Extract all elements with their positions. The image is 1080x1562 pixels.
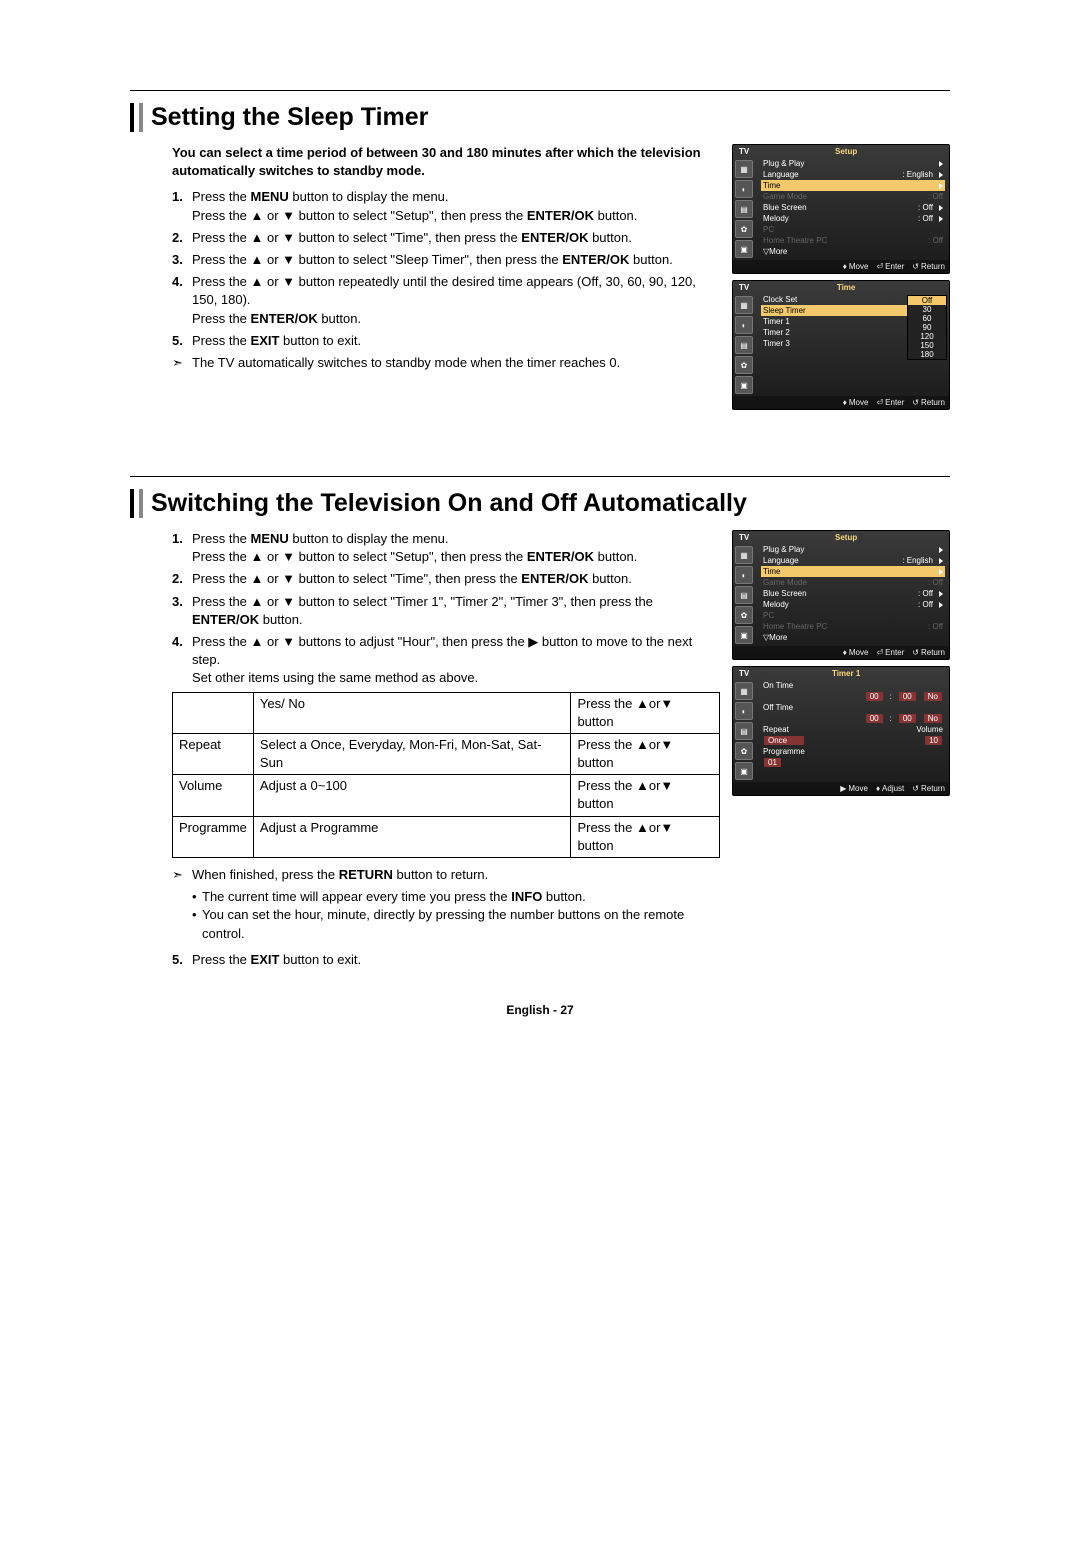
heading-auto-onoff: Switching the Television On and Off Auto… bbox=[130, 489, 950, 518]
picture-icon: ▦ bbox=[735, 160, 753, 178]
config-table: Yes/ NoPress the ▲or▼ button RepeatSelec… bbox=[172, 692, 720, 859]
channel-icon: ▤ bbox=[735, 200, 753, 218]
page-number: English - 27 bbox=[130, 1003, 950, 1017]
steps-list-1: 1.Press the MENU button to display the m… bbox=[172, 188, 720, 350]
sound-icon: ◐ bbox=[735, 180, 753, 198]
osd-setup-screenshot-1: TVSetup ▦◐▤✿▣ Plug & PlayLanguage: Engli… bbox=[732, 144, 950, 274]
heading-sleep-timer: Setting the Sleep Timer bbox=[130, 103, 950, 132]
heading-text-2: Switching the Television On and Off Auto… bbox=[151, 489, 747, 518]
input-icon: ▣ bbox=[735, 240, 753, 258]
osd-timer1-screenshot: TVTimer 1 ▦◐▤✿▣ On Time 00:00No Off Time… bbox=[732, 666, 950, 796]
sleep-timer-popup: Off306090120150180 bbox=[907, 295, 947, 360]
note-2: ➣When finished, press the RETURN button … bbox=[172, 866, 720, 884]
setup-icon: ✿ bbox=[735, 220, 753, 238]
osd-setup-screenshot-2: TVSetup ▦◐▤✿▣ Plug & PlayLanguage: Engli… bbox=[732, 530, 950, 660]
note-1: ➣The TV automatically switches to standb… bbox=[172, 354, 720, 372]
heading-text: Setting the Sleep Timer bbox=[151, 103, 428, 132]
steps-list-2: 1.Press the MENU button to display the m… bbox=[172, 530, 720, 688]
sub-bullets: The current time will appear every time … bbox=[192, 888, 720, 943]
intro-text: You can select a time period of between … bbox=[172, 144, 720, 180]
osd-time-screenshot: TVTime ▦◐▤✿▣ Clock Set:Sleep Timer:Timer… bbox=[732, 280, 950, 410]
